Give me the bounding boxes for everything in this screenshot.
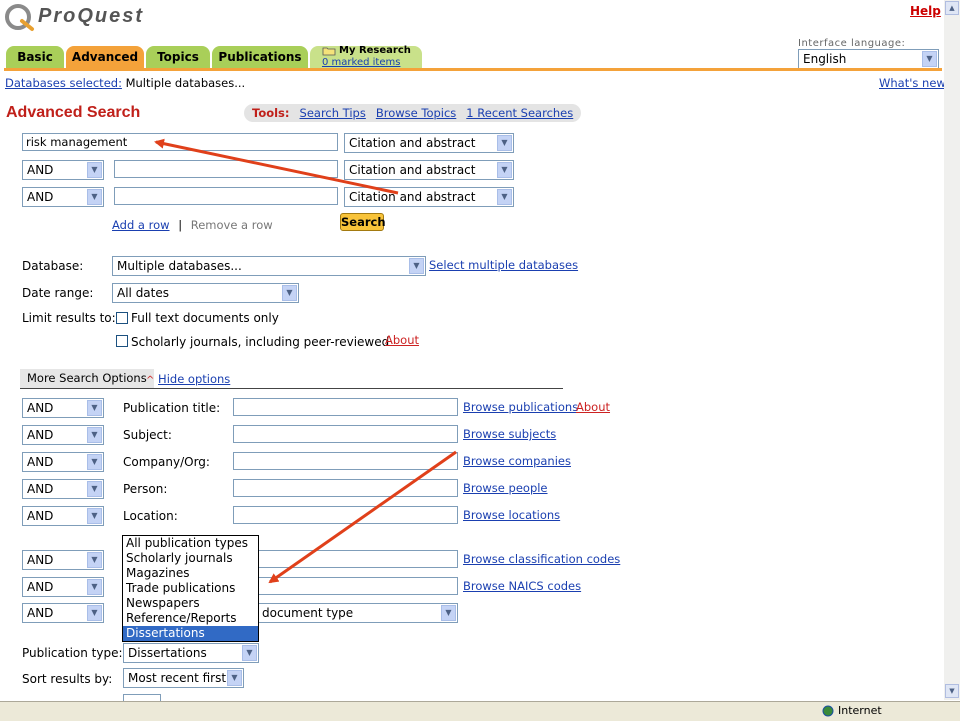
arrow-to-dissertations	[268, 450, 457, 584]
status-bar	[0, 701, 960, 721]
security-zone-label: Internet	[838, 704, 882, 717]
vertical-scrollbar[interactable]: ▲ ▼	[944, 0, 960, 700]
annotation-arrows	[154, 138, 457, 584]
security-zone: Internet	[822, 704, 882, 717]
scroll-down-icon[interactable]: ▼	[945, 684, 959, 698]
arrow-to-search-term	[154, 138, 399, 195]
scroll-up-icon[interactable]: ▲	[945, 1, 959, 15]
globe-icon	[822, 705, 834, 716]
